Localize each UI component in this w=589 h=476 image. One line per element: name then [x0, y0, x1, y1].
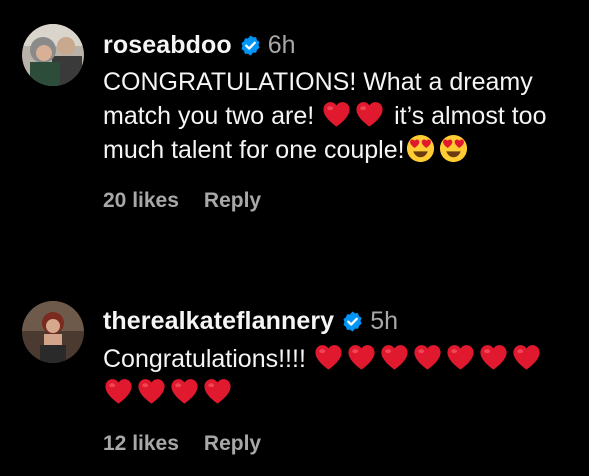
red-heart-icon: [478, 342, 509, 373]
comment-text: CONGRATULATIONS! What a dreamy match you…: [103, 66, 553, 167]
avatar-image: [22, 24, 84, 86]
verified-badge-icon: [341, 310, 364, 333]
verified-badge-icon: [239, 34, 262, 57]
red-heart-icon: [202, 376, 233, 407]
avatar[interactable]: [22, 301, 84, 363]
comment-header: therealkateflannery 5h: [103, 306, 579, 336]
comment-text-segment: Congratulations!!!!: [103, 345, 313, 373]
likes-count[interactable]: 12 likes: [103, 432, 179, 456]
red-heart-icon: [321, 99, 352, 130]
red-heart-icon: [313, 342, 344, 373]
red-heart-icon: [412, 342, 443, 373]
timestamp: 5h: [370, 307, 398, 335]
likes-count[interactable]: 20 likes: [103, 189, 179, 213]
comment-actions: 20 likes Reply: [103, 189, 579, 213]
avatar[interactable]: [22, 24, 84, 86]
red-heart-icon: [346, 342, 377, 373]
comment-content: therealkateflannery 5h Congratulations!!…: [103, 306, 579, 456]
comment-header: roseabdoo 6h: [103, 30, 579, 60]
timestamp: 6h: [267, 31, 296, 59]
red-heart-icon: [379, 342, 410, 373]
comment-content: roseabdoo 6h CONGRATULATIONS! What a dre…: [103, 30, 579, 213]
red-heart-icon: [354, 99, 385, 130]
red-heart-icon: [445, 342, 476, 373]
username[interactable]: roseabdoo: [103, 30, 232, 60]
comment-actions: 12 likes Reply: [103, 432, 579, 456]
red-heart-icon: [136, 376, 167, 407]
red-heart-icon: [169, 376, 200, 407]
heart-eyes-face-icon: [438, 133, 469, 164]
reply-button[interactable]: Reply: [204, 189, 261, 213]
username[interactable]: therealkateflannery: [103, 306, 334, 336]
heart-eyes-face-icon: [405, 133, 436, 164]
avatar-image: [22, 301, 84, 363]
red-heart-icon: [103, 376, 134, 407]
comment-text: Congratulations!!!!: [103, 342, 553, 410]
red-heart-icon: [511, 342, 542, 373]
reply-button[interactable]: Reply: [204, 432, 261, 456]
